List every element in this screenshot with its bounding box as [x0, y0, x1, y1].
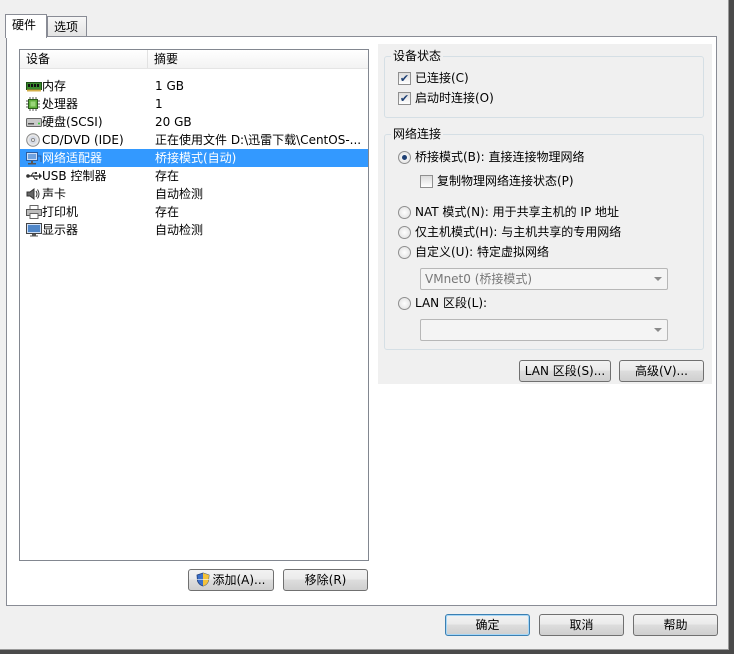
virtual-machine-settings-dialog: 硬件 选项 设备 摘要 内存 1 GB 处理器 1 硬盘(SCSI) 20 GB CD/DV… — [0, 0, 729, 650]
bridged-radio[interactable]: 桥接模式(B): 直接连接物理网络 — [398, 149, 584, 165]
advanced-button-label: 高级(V)... — [634, 364, 689, 378]
device-summary: 桥接模式(自动) — [155, 151, 237, 165]
chevron-down-icon — [654, 328, 662, 332]
device-name: CD/DVD (IDE) — [42, 133, 124, 147]
memory-icon — [26, 79, 42, 93]
column-header-device[interactable]: 设备 — [20, 50, 148, 68]
device-row[interactable]: 显示器 自动检测 — [20, 221, 368, 239]
lan-segment-label: LAN 区段(L): — [415, 296, 488, 310]
advanced-button[interactable]: 高级(V)... — [619, 360, 704, 382]
device-row[interactable]: 打印机 存在 — [20, 203, 368, 221]
device-name: 打印机 — [42, 205, 79, 219]
device-summary: 存在 — [155, 205, 180, 219]
lan-segment-radio[interactable]: LAN 区段(L): — [398, 295, 487, 311]
remove-device-button-label: 移除(R) — [304, 573, 347, 587]
column-header-summary[interactable]: 摘要 — [148, 50, 368, 68]
host-only-label: 仅主机模式(H): 与主机共享的专用网络 — [415, 225, 622, 239]
device-name: 声卡 — [42, 187, 67, 201]
connect-at-power-on-checkbox[interactable]: ✔ 启动时连接(O) — [398, 90, 494, 106]
device-row[interactable]: 内存 1 GB — [20, 77, 368, 95]
chevron-down-icon — [654, 277, 662, 281]
connect-at-power-on-check-icon: ✔ — [398, 91, 411, 105]
device-row[interactable]: CD/DVD (IDE) 正在使用文件 D:\迅雷下载\CentOS-... — [20, 131, 368, 149]
device-name: USB 控制器 — [42, 169, 107, 183]
shield-icon — [196, 572, 210, 593]
device-name: 显示器 — [42, 223, 79, 237]
replicate-state-box-icon — [420, 174, 433, 188]
usb-icon — [26, 169, 42, 183]
add-device-button-label: 添加(A)... — [212, 573, 266, 587]
remove-device-button[interactable]: 移除(R) — [283, 569, 368, 591]
replicate-state-label: 复制物理网络连接状态(P) — [437, 174, 574, 188]
device-name: 内存 — [42, 79, 67, 93]
ok-button[interactable]: 确定 — [445, 614, 530, 636]
ok-button-label: 确定 — [475, 618, 500, 632]
device-row[interactable]: 处理器 1 — [20, 95, 368, 113]
sound-card-icon — [26, 187, 42, 201]
device-summary: 1 GB — [155, 79, 184, 93]
device-row[interactable]: 网络适配器 桥接模式(自动) — [20, 149, 368, 167]
display-icon — [26, 223, 42, 237]
host-only-radio[interactable]: 仅主机模式(H): 与主机共享的专用网络 — [398, 224, 621, 240]
device-summary: 正在使用文件 D:\迅雷下载\CentOS-... — [155, 133, 362, 147]
bridged-label: 桥接模式(B): 直接连接物理网络 — [415, 150, 585, 164]
lan-segments-button-label: LAN 区段(S)... — [524, 364, 606, 378]
tab-hardware[interactable]: 硬件 — [5, 14, 47, 38]
network-connection-title: 网络连接 — [391, 127, 444, 141]
device-row[interactable]: USB 控制器 存在 — [20, 167, 368, 185]
device-summary: 自动检测 — [155, 187, 204, 201]
device-summary: 20 GB — [155, 115, 192, 129]
device-list-rows: 内存 1 GB 处理器 1 硬盘(SCSI) 20 GB CD/DVD (IDE) 正在使用文… — [20, 69, 368, 239]
lan-segment-select[interactable] — [420, 319, 668, 341]
network-connection-group: 网络连接 桥接模式(B): 直接连接物理网络 复制物理网络连接状态(P) NAT… — [384, 127, 704, 350]
host-only-radio-icon — [398, 225, 411, 239]
connected-check-icon: ✔ — [398, 71, 411, 85]
tab-options[interactable]: 选项 — [47, 16, 87, 37]
device-row[interactable]: 声卡 自动检测 — [20, 185, 368, 203]
device-summary: 自动检测 — [155, 223, 204, 237]
custom-network-select[interactable]: VMnet0 (桥接模式) — [420, 268, 668, 290]
device-name: 硬盘(SCSI) — [42, 115, 103, 129]
hard-disk-icon — [26, 115, 42, 129]
lan-segment-radio-icon — [398, 296, 411, 310]
cancel-button[interactable]: 取消 — [539, 614, 624, 636]
custom-network-radio[interactable]: 自定义(U): 特定虚拟网络 — [398, 244, 549, 260]
bridged-radio-dot-icon — [398, 150, 411, 164]
nat-radio[interactable]: NAT 模式(N): 用于共享主机的 IP 地址 — [398, 204, 619, 220]
custom-network-radio-icon — [398, 245, 411, 259]
device-status-title: 设备状态 — [391, 49, 444, 63]
nat-radio-icon — [398, 205, 411, 219]
device-list[interactable]: 设备 摘要 内存 1 GB 处理器 1 硬盘(SCSI) 20 GB CD/DVD (IDE… — [19, 49, 369, 561]
custom-network-select-value: VMnet0 (桥接模式) — [425, 272, 533, 286]
device-settings-panel: 设备状态 ✔ 已连接(C) ✔ 启动时连接(O) 网络连接 桥接模式(B): 直… — [378, 44, 712, 384]
connected-checkbox[interactable]: ✔ 已连接(C) — [398, 70, 469, 86]
tab-options-label: 选项 — [54, 20, 79, 34]
device-summary: 存在 — [155, 169, 180, 183]
processor-icon — [26, 97, 42, 111]
device-name: 处理器 — [42, 97, 79, 111]
help-button-label: 帮助 — [663, 618, 688, 632]
device-status-group: 设备状态 ✔ 已连接(C) ✔ 启动时连接(O) — [384, 49, 704, 118]
device-row[interactable]: 硬盘(SCSI) 20 GB — [20, 113, 368, 131]
device-name: 网络适配器 — [42, 151, 103, 165]
replicate-state-checkbox[interactable]: 复制物理网络连接状态(P) — [420, 173, 574, 189]
device-summary: 1 — [155, 97, 163, 111]
tab-hardware-label: 硬件 — [12, 18, 37, 32]
network-adapter-icon — [26, 151, 42, 165]
connect-at-power-on-label: 启动时连接(O) — [415, 91, 494, 105]
connected-label: 已连接(C) — [415, 71, 469, 85]
lan-segments-button[interactable]: LAN 区段(S)... — [519, 360, 611, 382]
nat-label: NAT 模式(N): 用于共享主机的 IP 地址 — [415, 205, 620, 219]
custom-network-label: 自定义(U): 特定虚拟网络 — [415, 245, 550, 259]
cancel-button-label: 取消 — [569, 618, 594, 632]
printer-icon — [26, 205, 42, 219]
help-button[interactable]: 帮助 — [633, 614, 718, 636]
add-device-button[interactable]: 添加(A)... — [188, 569, 274, 591]
device-list-header: 设备 摘要 — [20, 50, 368, 69]
cd-dvd-icon — [26, 133, 42, 147]
